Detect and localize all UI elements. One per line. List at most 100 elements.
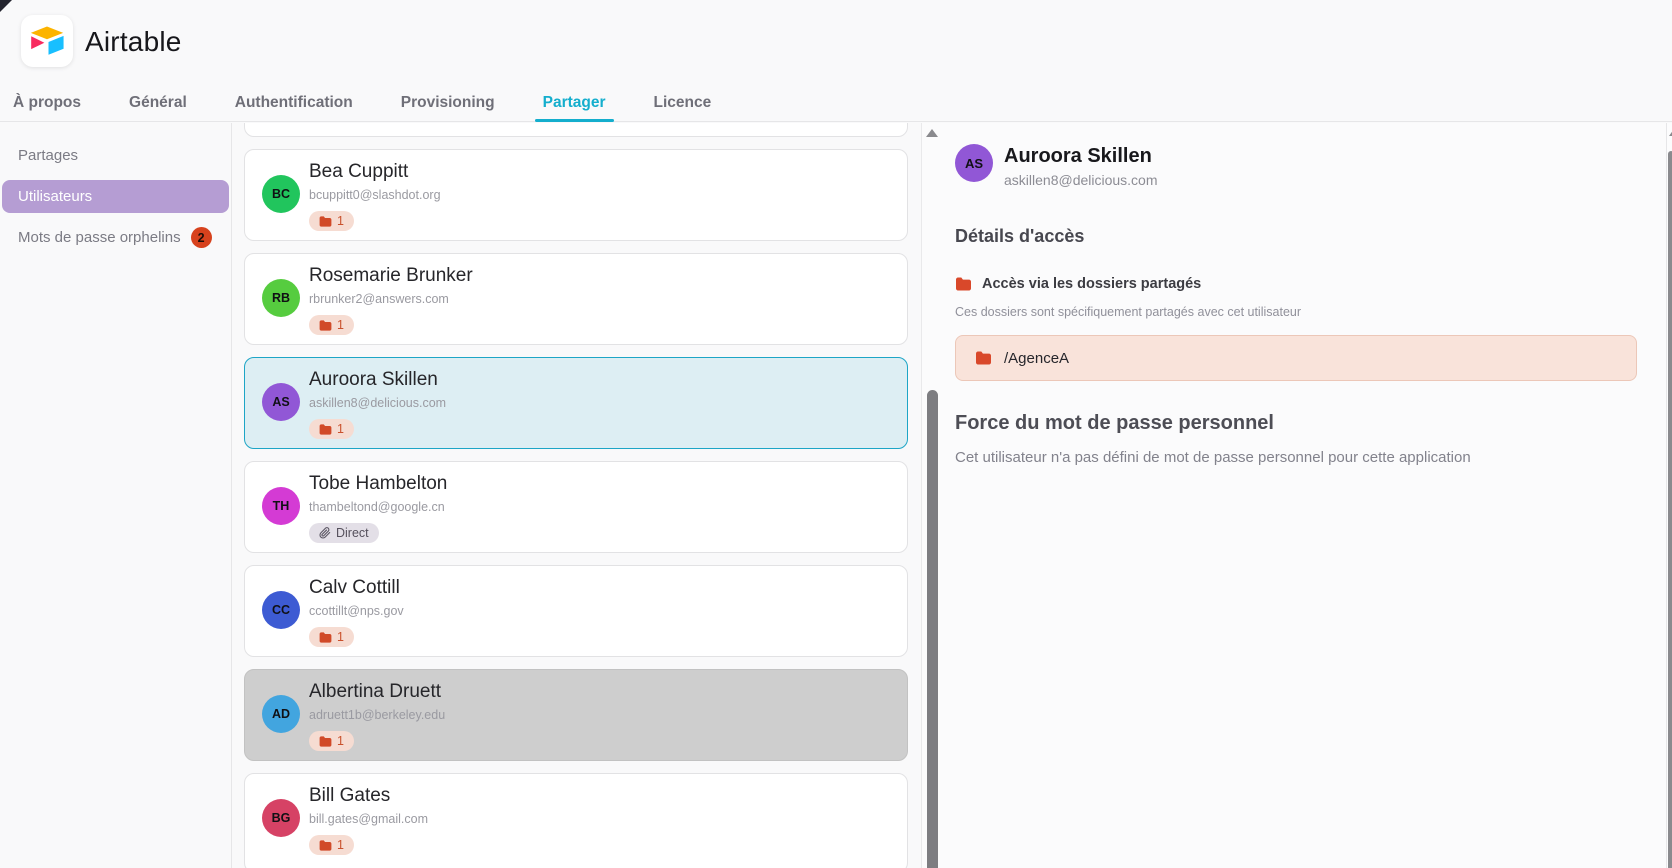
avatar: AD [262,695,300,733]
shared-folders-badge: 1 [309,211,354,231]
personal-password-description: Cet utilisateur n'a pas défini de mot de… [955,449,1666,466]
folder-count: 1 [337,422,344,436]
user-email: thambeltond@google.cn [309,500,907,515]
user-email: ccottillt@nps.gov [309,604,907,619]
user-name: Bill Gates [309,784,907,808]
airtable-logo [21,15,73,67]
page-scrollbar [1666,123,1672,868]
user-detail-panel: AS Auroora Skillen askillen8@delicious.c… [942,123,1666,868]
folder-icon [955,277,972,291]
avatar: CC [262,591,300,629]
shared-folder-path: /AgenceA [1004,350,1069,367]
avatar: AS [262,383,300,421]
user-email: askillen8@delicious.com [309,396,907,411]
user-name: Bea Cuppitt [309,160,907,184]
scroll-up-arrow-icon[interactable] [926,129,938,137]
direct-label: Direct [336,526,369,540]
folder-icon [319,736,332,747]
avatar-initials: AS [965,156,983,171]
user-card[interactable]: CC Calv Cottill ccottillt@nps.gov 1 [244,565,908,657]
folder-count: 1 [337,630,344,644]
folder-icon [319,216,332,227]
user-card[interactable]: TH Tobe Hambelton thambeltond@google.cn … [244,461,908,553]
avatar: RB [262,279,300,317]
user-email: rbrunker2@answers.com [309,292,907,307]
detail-user-name: Auroora Skillen [1004,144,1158,168]
folder-icon [319,632,332,643]
user-card-partial[interactable] [244,123,908,137]
user-card[interactable]: BC Bea Cuppitt bcuppitt0@slashdot.org 1 [244,149,908,241]
user-email: adruett1b@berkeley.edu [309,708,907,723]
avatar: BC [262,175,300,213]
list-scrollbar [921,123,942,868]
folder-icon [319,840,332,851]
user-name: Rosemarie Brunker [309,264,907,288]
tab-authentification[interactable]: Authentification [235,90,353,122]
detail-user-email: askillen8@delicious.com [1004,172,1158,188]
folder-count: 1 [337,318,344,332]
folder-icon [975,351,992,365]
avatar: TH [262,487,300,525]
sidebar-item-utilisateurs[interactable]: Utilisateurs [2,180,229,213]
avatar-initials: AD [272,707,290,721]
user-email: bcuppitt0@slashdot.org [309,188,907,203]
orphan-password-count-badge: 2 [191,227,212,248]
user-card-selected[interactable]: AS Auroora Skillen askillen8@delicious.c… [244,357,908,449]
shared-folders-badge: 1 [309,835,354,855]
folder-count: 1 [337,838,344,852]
direct-access-badge: Direct [309,523,379,543]
user-name: Auroora Skillen [309,368,907,392]
user-name: Calv Cottill [309,576,907,600]
shared-folders-badge: 1 [309,315,354,335]
user-card[interactable]: RB Rosemarie Brunker rbrunker2@answers.c… [244,253,908,345]
sidebar-item-label: Mots de passe orphelins [18,229,181,246]
window-corner-artifact [0,0,12,12]
tab-a-propos[interactable]: À propos [13,90,81,122]
tab-provisioning[interactable]: Provisioning [401,90,495,122]
shared-folder-item[interactable]: /AgenceA [955,335,1637,381]
list-scrollbar-thumb[interactable] [927,390,938,868]
sidebar-item-partages[interactable]: Partages [2,141,229,170]
user-card-hovered[interactable]: AD Albertina Druett adruett1b@berkeley.e… [244,669,908,761]
user-list: BC Bea Cuppitt bcuppitt0@slashdot.org 1 … [233,123,921,868]
settings-tabbar: À propos Général Authentification Provis… [0,90,1672,122]
avatar-initials: BC [272,187,290,201]
avatar-initials: BG [272,811,291,825]
avatar: BG [262,799,300,837]
page-scrollbar-thumb[interactable] [1668,151,1672,868]
avatar-initials: AS [272,395,289,409]
sidebar-item-label: Partages [18,147,78,164]
app-title: Airtable [85,26,182,58]
user-card[interactable]: BG Bill Gates bill.gates@gmail.com 1 [244,773,908,868]
user-name: Tobe Hambelton [309,472,907,496]
folder-count: 1 [337,214,344,228]
tab-partager[interactable]: Partager [543,90,606,122]
detail-avatar: AS [955,144,993,182]
avatar-initials: RB [272,291,290,305]
shared-folders-access-label: Accès via les dossiers partagés [982,276,1201,292]
personal-password-title: Force du mot de passe personnel [955,412,1666,435]
shared-folders-badge: 1 [309,627,354,647]
avatar-initials: TH [273,499,290,513]
app-header: Airtable [0,0,1672,90]
user-name: Albertina Druett [309,680,907,704]
detail-header: AS Auroora Skillen askillen8@delicious.c… [955,144,1666,188]
airtable-logo-icon [28,25,66,57]
shared-folders-access-row: Accès via les dossiers partagés [955,276,1666,292]
access-details-title: Détails d'accès [955,226,1666,247]
user-email: bill.gates@gmail.com [309,812,907,827]
sidebar-item-mots-de-passe-orphelins[interactable]: Mots de passe orphelins 2 [2,221,229,254]
tab-licence[interactable]: Licence [654,90,712,122]
shared-folders-description: Ces dossiers sont spécifiquement partagé… [955,305,1666,319]
avatar-initials: CC [272,603,290,617]
sidebar-item-label: Utilisateurs [18,188,92,205]
tab-general[interactable]: Général [129,90,187,122]
folder-count: 1 [337,734,344,748]
shared-folders-badge: 1 [309,731,354,751]
content-area: Partages Utilisateurs Mots de passe orph… [0,123,1672,868]
share-sidebar: Partages Utilisateurs Mots de passe orph… [0,123,232,868]
folder-icon [319,320,332,331]
shared-folders-badge: 1 [309,419,354,439]
folder-icon [319,424,332,435]
paperclip-icon [319,527,331,539]
